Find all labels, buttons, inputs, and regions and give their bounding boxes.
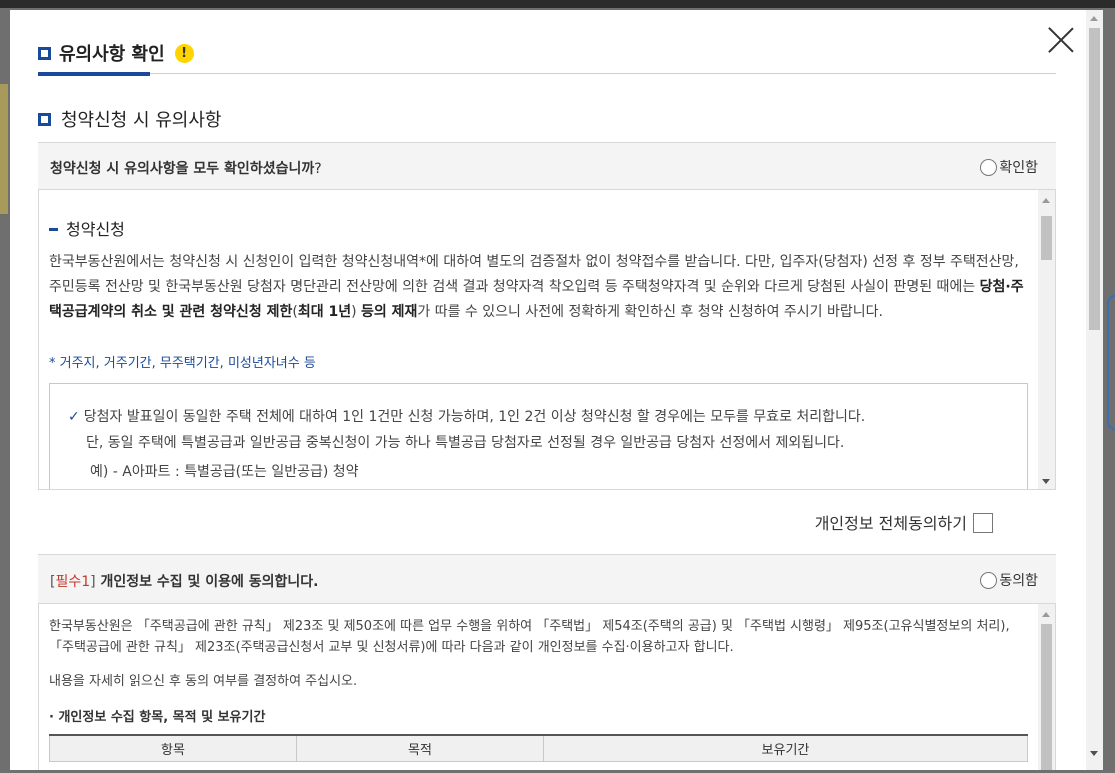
table-header-retention: 보유기간 xyxy=(542,734,1029,762)
backdrop-topbar xyxy=(0,0,1115,8)
notice-scroll-box[interactable]: 청약신청 한국부동산원에서는 청약신청 시 신청인이 입력한 청약신청내역*에 … xyxy=(38,190,1056,490)
warning-icon: ! xyxy=(174,43,194,63)
notice-scrollbar[interactable] xyxy=(1038,190,1055,489)
scrollbar-thumb[interactable] xyxy=(1089,28,1100,330)
square-bullet-icon xyxy=(38,46,51,60)
detail-line: ✓ 당첨자 발표일이 동일한 주택 전체에 대하여 1인 1건만 신청 가능하며,… xyxy=(68,409,866,425)
notice-subtitle: 청약신청 xyxy=(49,216,125,240)
detail-line: 단, 동일 주택에 특별공급과 일반공급 중복신청이 가능 하나 특별공급 당첨… xyxy=(86,435,845,451)
required-badge: 필수1 xyxy=(55,574,91,590)
scrollbar-thumb[interactable] xyxy=(1041,624,1052,770)
confirm-question-bar: 청약신청 시 유의사항을 모두 확인하셨습니까? 확인함 xyxy=(38,142,1056,190)
privacy-instruction: 내용을 자세히 읽으신 후 동의 여부를 결정하여 주십시오. xyxy=(49,674,358,689)
privacy-scroll-box[interactable]: 한국부동산원은 「주택공급에 관한 규칙」 제23조 및 제50조에 따른 업무… xyxy=(38,604,1056,770)
title-underline xyxy=(38,72,150,76)
section-title: 청약신청 시 유의사항 xyxy=(38,106,221,132)
radio-circle-icon[interactable] xyxy=(980,158,998,176)
table-header-item: 항목 xyxy=(49,734,297,762)
privacy-intro: 한국부동산원은 「주택공급에 관한 규칙」 제23조 및 제50조에 따른 업무… xyxy=(49,619,1010,655)
backdrop-panel xyxy=(0,84,8,214)
privacy-question-bar: [필수1] 개인정보 수집 및 이용에 동의합니다. 동의함 xyxy=(38,554,1056,604)
scroll-up-icon[interactable] xyxy=(1042,198,1050,203)
modal-scrollbar[interactable] xyxy=(1086,10,1103,770)
dash-bullet-icon xyxy=(49,228,58,231)
scroll-down-icon[interactable] xyxy=(1090,751,1098,756)
checkbox-icon[interactable] xyxy=(973,512,993,533)
backdrop-card xyxy=(1107,295,1115,430)
scroll-up-icon[interactable] xyxy=(1042,612,1050,617)
close-icon[interactable] xyxy=(1047,26,1075,54)
scroll-up-icon[interactable] xyxy=(1090,16,1098,21)
modal-header: 유의사항 확인! xyxy=(38,38,1056,76)
radio-circle-icon[interactable] xyxy=(980,571,998,589)
detail-example: 예) - A아파트 : 특별공급(또는 일반공급) 청약 xyxy=(90,464,359,480)
agree-radio[interactable]: 동의함 xyxy=(980,570,1038,590)
privacy-heading: · 개인정보 수집 항목, 목적 및 보유기간 xyxy=(49,710,266,725)
privacy-scrollbar[interactable] xyxy=(1038,604,1055,770)
notice-paragraph: 한국부동산원에서는 청약신청 시 신청인이 입력한 청약신청내역*에 대하여 별… xyxy=(49,254,1024,320)
table-header-purpose: 목적 xyxy=(295,734,544,762)
square-bullet-icon xyxy=(38,112,51,126)
notice-detail-box: ✓ 당첨자 발표일이 동일한 주택 전체에 대하여 1인 1건만 신청 가능하며,… xyxy=(49,383,1028,489)
privacy-table: 항목 목적 보유기간 xyxy=(49,734,1029,762)
modal-title: 유의사항 확인! xyxy=(38,40,194,66)
scrollbar-thumb[interactable] xyxy=(1041,216,1052,260)
notice-modal: 유의사항 확인! 청약신청 시 유의사항 청약신청 시 유의사항을 모두 확인하… xyxy=(10,10,1103,770)
agree-all-checkbox[interactable]: 개인정보 전체동의하기 xyxy=(815,510,993,535)
confirm-question: 청약신청 시 유의사항을 모두 확인하셨습니까? xyxy=(50,161,322,177)
confirm-radio[interactable]: 확인함 xyxy=(980,157,1038,177)
privacy-question: [필수1] 개인정보 수집 및 이용에 동의합니다. xyxy=(50,574,319,590)
scroll-down-icon[interactable] xyxy=(1042,479,1050,484)
check-icon: ✓ xyxy=(68,409,80,425)
notice-footnote: * 거주지, 거주기간, 무주택기간, 미성년자녀수 등 xyxy=(49,356,316,371)
